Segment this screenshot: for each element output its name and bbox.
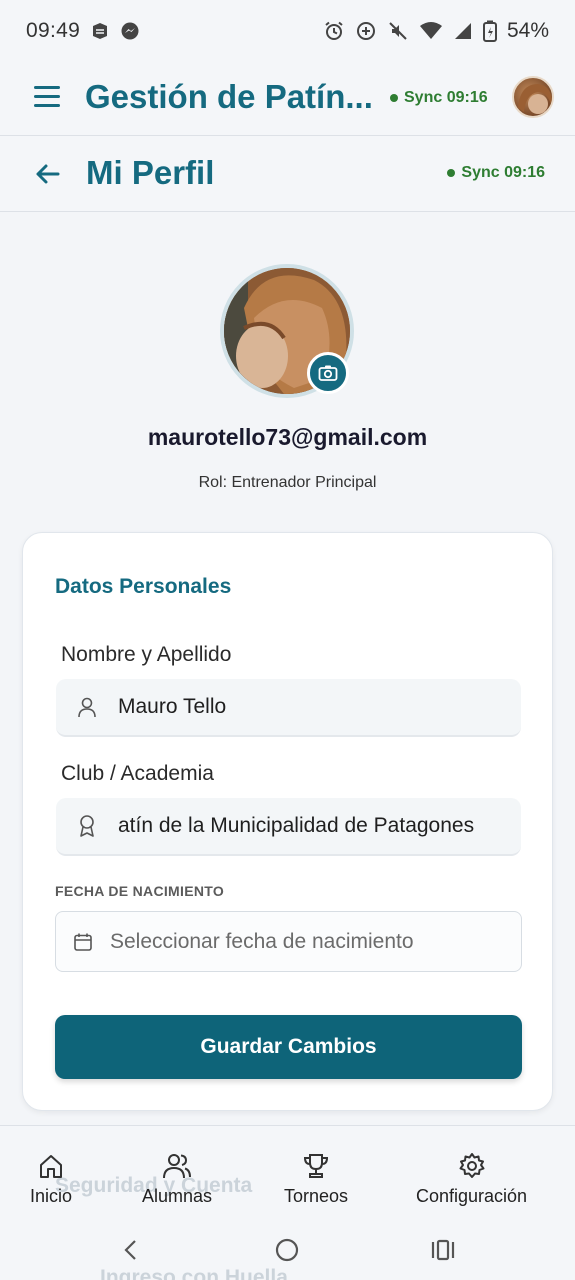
menu-button[interactable] [34, 86, 60, 108]
users-icon [163, 1154, 192, 1179]
back-button[interactable] [34, 160, 62, 188]
app-bar: Gestión de Patín... Sync 09:16 [0, 62, 575, 136]
sync-text: Sync 09:16 [461, 164, 545, 181]
sync-status: Sync 09:16 [390, 89, 488, 107]
page-header: Mi Perfil Sync 09:16 [0, 136, 575, 212]
name-field[interactable]: Mauro Tello [56, 679, 521, 737]
sync-dot-icon [447, 169, 456, 177]
club-value: atín de la Municipalidad de Patagones [118, 814, 475, 837]
change-photo-button[interactable] [307, 352, 349, 394]
mute-icon [387, 20, 409, 42]
nav-alumnas[interactable]: Alumnas [142, 1152, 212, 1207]
club-label: Club / Academia [61, 762, 214, 785]
nav-torneos[interactable]: Torneos [284, 1152, 348, 1207]
wifi-icon [419, 21, 443, 41]
data-saver-icon [355, 20, 377, 42]
recents-icon [431, 1239, 455, 1261]
status-bar: 09:49 54% [0, 0, 575, 62]
fingerprint-login-label: Ingreso con Huella [100, 1266, 288, 1280]
home-icon [40, 1155, 63, 1178]
menu-icon [34, 86, 60, 89]
calendar-icon [56, 932, 110, 952]
birthdate-placeholder: Seleccionar fecha de nacimiento [110, 929, 414, 953]
battery-icon [482, 20, 497, 42]
system-back-button[interactable] [112, 1232, 148, 1268]
birthdate-label: FECHA DE NACIMIENTO [55, 883, 225, 899]
system-home-button[interactable] [269, 1232, 305, 1268]
user-avatar[interactable] [512, 76, 554, 118]
award-icon [56, 814, 118, 838]
user-icon [56, 696, 118, 718]
profile-email: maurotello73@gmail.com [147, 424, 428, 450]
profile-role: Rol: Entrenador Principal [198, 474, 377, 491]
notification-app-icon [90, 21, 110, 41]
section-title: Datos Personales [55, 575, 232, 598]
cell-signal-icon [453, 21, 473, 41]
name-label: Nombre y Apellido [61, 643, 232, 666]
nav-configuracion[interactable]: Configuración [416, 1152, 527, 1207]
trophy-icon [304, 1154, 329, 1178]
chevron-left-icon [124, 1240, 136, 1260]
name-value: Mauro Tello [118, 695, 227, 718]
alarm-icon [323, 20, 345, 42]
birthdate-field[interactable]: Seleccionar fecha de nacimiento [55, 911, 522, 972]
system-recents-button[interactable] [425, 1232, 461, 1268]
app-title: Gestión de Patín... [85, 78, 373, 115]
sync-text: Sync 09:16 [404, 89, 488, 106]
nav-inicio[interactable]: Inicio [30, 1152, 72, 1207]
save-changes-button[interactable]: Guardar Cambios [55, 1015, 522, 1079]
bottom-navigation: Seguridad y Cuenta Ingreso con Huella In… [0, 1125, 575, 1280]
nav-alumnas-label: Alumnas [142, 1186, 213, 1206]
gear-icon [459, 1153, 485, 1178]
nav-configuracion-label: Configuración [416, 1186, 528, 1206]
nav-inicio-label: Inicio [30, 1186, 73, 1206]
sync-dot-icon [390, 94, 398, 102]
nav-torneos-label: Torneos [284, 1186, 349, 1206]
status-time: 09:49 [26, 19, 81, 42]
personal-data-card: Datos Personales Nombre y Apellido Mauro… [22, 532, 553, 1111]
page-sync-status: Sync 09:16 [447, 164, 545, 182]
system-navigation [0, 1232, 575, 1268]
battery-percent: 54% [506, 19, 549, 42]
page-title: Mi Perfil [86, 154, 215, 191]
camera-icon [318, 365, 338, 381]
club-field[interactable]: atín de la Municipalidad de Patagones [56, 798, 521, 856]
arrow-left-icon [36, 164, 60, 184]
circle-home-icon [275, 1238, 299, 1262]
messenger-icon [120, 21, 140, 41]
